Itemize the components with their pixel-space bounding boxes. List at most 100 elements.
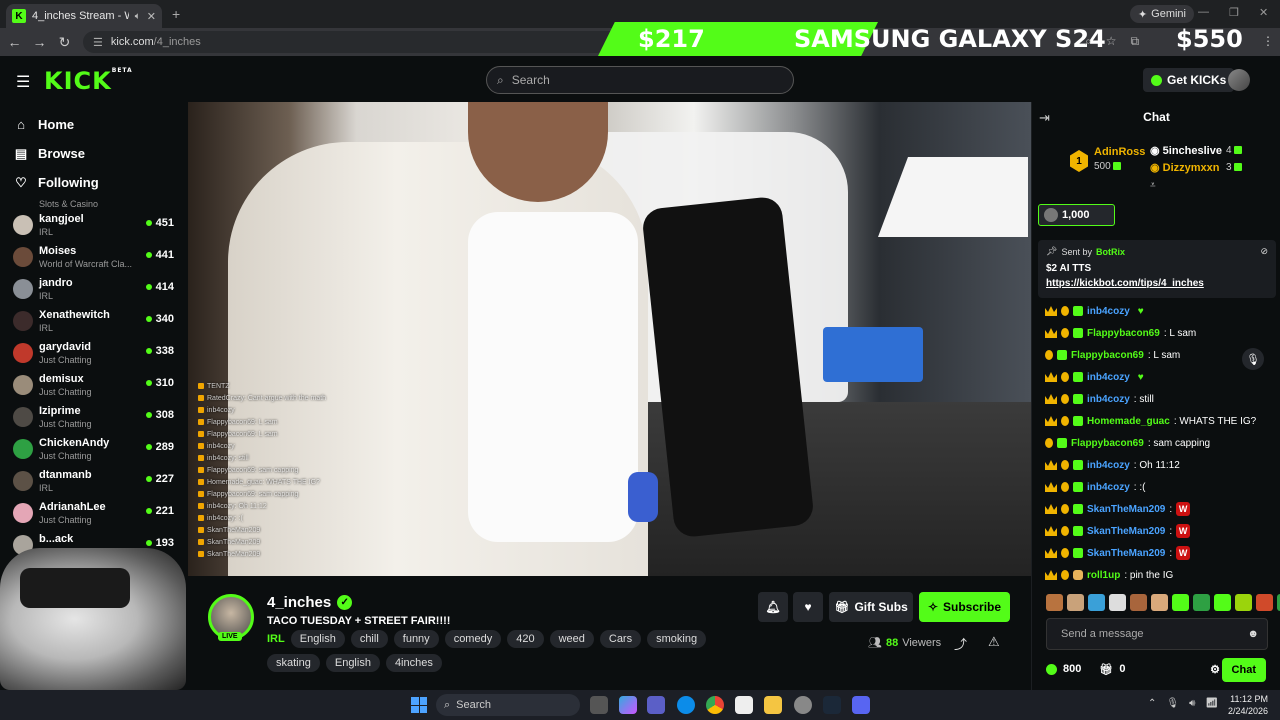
chat-message[interactable]: Flappybacon69: L sam <box>1045 322 1275 344</box>
sidebar-nav-following[interactable]: ♡ Following <box>0 168 188 197</box>
leaderboard-name[interactable]: ◉ Dizzymxxn <box>1150 161 1220 174</box>
stream-tag[interactable]: funny <box>393 630 439 648</box>
stream-tag[interactable]: skating <box>267 654 320 672</box>
edge-icon[interactable] <box>677 696 695 714</box>
gift-box-icon[interactable]: 🎁︎ <box>1099 663 1113 676</box>
sidebar-channel[interactable]: demisux Just Chatting 310 <box>0 369 188 401</box>
chat-message[interactable]: inb4cozy: :( <box>1045 476 1275 498</box>
sidebar-channel[interactable]: Moises World of Warcraft Cla... 441 <box>0 241 188 273</box>
discord-icon[interactable] <box>852 696 870 714</box>
expand-leaderboard-icon[interactable]: ⩡ <box>1150 180 1156 191</box>
emote-icon[interactable] <box>1172 594 1189 611</box>
unpin-icon[interactable]: ⊘ <box>1260 246 1268 257</box>
stream-tag[interactable]: Cars <box>599 630 642 648</box>
stream-tag[interactable]: comedy <box>444 630 502 648</box>
leaderboard-name[interactable]: AdinRoss <box>1094 146 1145 158</box>
app-icon[interactable] <box>794 696 812 714</box>
sidebar-channel[interactable]: Xenathewitch IRL 340 <box>0 305 188 337</box>
notifications-button[interactable]: 🔔︎ <box>758 592 788 622</box>
emote-icon[interactable] <box>1151 594 1168 611</box>
windows-start-icon[interactable] <box>411 697 427 713</box>
chat-username[interactable]: roll1up <box>1087 570 1120 581</box>
extensions-icon[interactable]: ⧉ <box>1131 34 1140 49</box>
browser-tab[interactable]: K 4_inches Stream - Watch Li 🔈︎ ✕ <box>6 4 162 28</box>
emote-icon[interactable] <box>1214 594 1231 611</box>
chat-username[interactable]: inb4cozy <box>1087 394 1130 405</box>
minimize-icon[interactable]: — <box>1198 6 1209 18</box>
close-window-icon[interactable]: ✕ <box>1259 6 1268 19</box>
ad-banner[interactable]: $217 SAMSUNG GALAXY S24 $550 <box>598 22 1258 56</box>
sidebar-channel[interactable]: kangjoel IRL 451 <box>0 209 188 241</box>
emote-icon[interactable] <box>1193 594 1210 611</box>
chat-username[interactable]: SkanTheMan209 <box>1087 504 1165 515</box>
chat-message[interactable]: SkanTheMan209: W <box>1045 498 1275 520</box>
sidebar-channel[interactable]: AdrianahLee Just Chatting 221 <box>0 497 188 529</box>
stream-tag[interactable]: English <box>325 654 380 672</box>
chat-username[interactable]: Homemade_guac <box>1087 416 1170 427</box>
send-chat-button[interactable]: Chat <box>1221 658 1266 682</box>
task-view-icon[interactable] <box>590 696 608 714</box>
gift-subs-button[interactable]: 🎁︎ Gift Subs <box>829 592 913 622</box>
leaderboard-name[interactable]: ◉ 5incheslive <box>1150 144 1222 157</box>
chat-message[interactable]: SkanTheMan209: W <box>1045 542 1275 564</box>
stream-tag[interactable]: English <box>290 630 345 648</box>
maximize-icon[interactable]: ❐ <box>1229 6 1239 19</box>
file-explorer-icon[interactable] <box>764 696 782 714</box>
chat-username[interactable]: Flappybacon69 <box>1071 438 1144 449</box>
chat-message[interactable]: Homemade_guac: WHATS THE IG? <box>1045 410 1275 432</box>
user-avatar[interactable] <box>1228 69 1250 91</box>
chat-username[interactable]: inb4cozy <box>1087 482 1130 493</box>
emote-icon[interactable] <box>1109 594 1126 611</box>
tray-chevron-icon[interactable]: ⌃ <box>1148 698 1156 709</box>
back-icon[interactable]: ← <box>2 34 27 50</box>
menu-icon[interactable]: ☰ <box>16 72 30 92</box>
chat-username[interactable]: inb4cozy <box>1087 460 1130 471</box>
steam-icon[interactable] <box>823 696 841 714</box>
sidebar-channel[interactable]: Iziprime Just Chatting 308 <box>0 401 188 433</box>
pinned-message[interactable]: 📌︎ Sent by BotRix ⊘ $2 AI TTS https://ki… <box>1038 240 1276 298</box>
speaker-icon[interactable]: 🔈︎ <box>135 11 141 22</box>
sidebar-channel[interactable]: ChickenAndy Just Chatting 289 <box>0 433 188 465</box>
video-player[interactable]: TENTZ RatedCrazy: Cant argue with the mat… <box>188 102 1031 576</box>
bookmark-star-icon[interactable]: ☆ <box>1106 34 1117 49</box>
emote-icon[interactable] <box>1256 594 1273 611</box>
chat-message[interactable]: inb4cozy: still <box>1045 388 1275 410</box>
store-icon[interactable] <box>735 696 753 714</box>
chat-username[interactable]: SkanTheMan209 <box>1087 548 1165 559</box>
sidebar-channel[interactable]: garydavid Just Chatting 338 <box>0 337 188 369</box>
sidebar-nav-browse[interactable]: ▤ Browse <box>0 139 188 168</box>
emote-icon[interactable] <box>1088 594 1105 611</box>
stream-tag[interactable]: 420 <box>507 630 544 648</box>
collapse-chat-icon[interactable]: ⇥ <box>1039 110 1050 126</box>
search-input[interactable]: ⌕ Search <box>486 66 794 94</box>
new-tab-icon[interactable]: + <box>172 6 180 22</box>
report-icon[interactable]: ⚠ <box>988 634 1000 650</box>
emote-icon[interactable] <box>1235 594 1252 611</box>
stream-tag[interactable]: smoking <box>647 630 707 648</box>
chat-message[interactable]: inb4cozy ♥ <box>1045 366 1275 388</box>
tray-mic-icon[interactable]: 🎙︎ <box>1166 698 1179 709</box>
copilot-icon[interactable] <box>619 696 637 714</box>
chat-message[interactable]: Flappybacon69: L sam <box>1045 344 1275 366</box>
browser-menu-icon[interactable]: ⋮ <box>1262 34 1274 48</box>
category-link[interactable]: IRL <box>267 633 285 645</box>
microphone-icon[interactable]: 🎙︎ <box>1242 348 1264 370</box>
emote-icon[interactable] <box>1130 594 1147 611</box>
stream-tag[interactable]: 4inches <box>385 654 442 672</box>
sidebar-channel[interactable]: dtanmanb IRL 227 <box>0 465 188 497</box>
settings-gear-icon[interactable]: ⚙ <box>1210 663 1220 676</box>
chat-message[interactable]: roll1up: pin the IG <box>1045 564 1275 586</box>
chat-message[interactable]: inb4cozy ♥ <box>1045 300 1275 322</box>
sidebar-nav-home[interactable]: ⌂ Home <box>0 110 188 139</box>
taskbar-clock[interactable]: 11:12 PM 2/24/2026 <box>1228 693 1268 717</box>
gemini-button[interactable]: ✦ Gemini <box>1129 5 1194 23</box>
chat-message[interactable]: SkanTheMan209: W <box>1045 520 1275 542</box>
emote-icon[interactable] <box>1046 594 1063 611</box>
chat-username[interactable]: SkanTheMan209 <box>1087 526 1165 537</box>
streamer-name[interactable]: 4_inches ✓ <box>267 594 353 611</box>
chat-username[interactable]: inb4cozy <box>1087 306 1130 317</box>
tray-volume-icon[interactable]: 🔊︎ <box>1189 698 1195 709</box>
subscribe-button[interactable]: ✧ Subscribe <box>919 592 1010 622</box>
close-tab-icon[interactable]: ✕ <box>147 10 156 23</box>
emoji-icon[interactable]: ☻ <box>1247 628 1259 640</box>
